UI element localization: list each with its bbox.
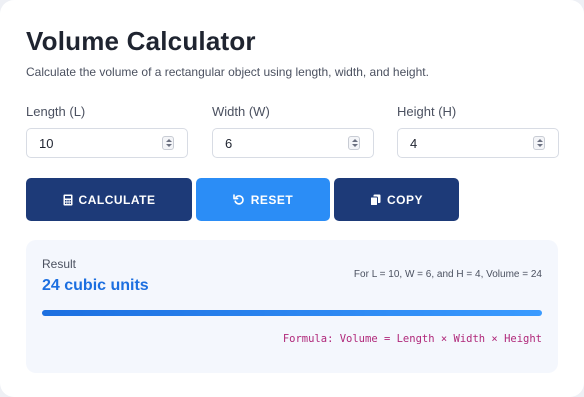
height-label: Height (H) xyxy=(397,104,457,119)
number-spinner-icon[interactable] xyxy=(162,136,174,150)
width-label: Width (W) xyxy=(212,104,270,119)
calculator-icon xyxy=(63,194,73,205)
page-title: Volume Calculator xyxy=(26,26,256,56)
length-label: Length (L) xyxy=(26,104,86,119)
result-panel: Result 24 cubic units For L = 10, W = 6,… xyxy=(26,240,558,373)
length-field: Length (L) xyxy=(26,104,188,158)
page-subtitle: Calculate the volume of a rectangular ob… xyxy=(26,65,429,79)
number-spinner-icon[interactable] xyxy=(348,136,360,150)
length-input-box xyxy=(26,128,188,158)
calculate-label: CALCULATE xyxy=(78,192,156,207)
reset-button[interactable]: RESET xyxy=(196,178,330,221)
result-progress-bar xyxy=(42,310,542,316)
result-progress-fill xyxy=(42,310,542,316)
result-value: 24 cubic units xyxy=(42,277,149,294)
height-input-box xyxy=(397,128,559,158)
width-field: Width (W) xyxy=(212,104,374,158)
height-field: Height (H) xyxy=(397,104,559,158)
copy-button[interactable]: COPY xyxy=(334,178,459,221)
calculator-card: Volume Calculator Calculate the volume o… xyxy=(0,0,584,397)
reset-icon xyxy=(232,193,244,205)
formula-text: Formula: Volume = Length × Width × Heigh… xyxy=(282,333,542,345)
result-label: Result xyxy=(42,257,77,271)
width-input-box xyxy=(212,128,374,158)
result-detail: For L = 10, W = 6, and H = 4, Volume = 2… xyxy=(353,269,542,280)
copy-label: COPY xyxy=(386,192,423,207)
number-spinner-icon[interactable] xyxy=(533,136,545,150)
copy-icon xyxy=(369,194,381,206)
calculate-button[interactable]: CALCULATE xyxy=(26,178,192,221)
reset-label: RESET xyxy=(250,192,294,207)
